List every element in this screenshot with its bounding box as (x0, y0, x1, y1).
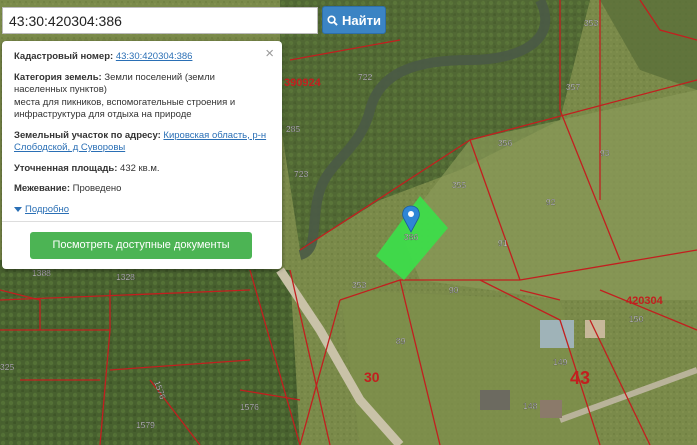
parcel-label: 91 (498, 238, 508, 248)
parcel-label: 325 (0, 362, 14, 372)
category-label: Категория земель: (14, 71, 102, 83)
details-link[interactable]: Подробно (25, 204, 69, 215)
district-label: 30 (364, 369, 380, 385)
area-label: Уточненная площадь: (14, 162, 118, 174)
category-value-2: населенных пунктов) (14, 84, 107, 95)
survey-label: Межевание: (14, 183, 70, 194)
survey-row: Межевание: Проведено (14, 183, 270, 196)
address-link-1[interactable]: Кировская область, р-н (163, 130, 266, 141)
category-value-4: инфраструктура для отдыха на природе (14, 109, 192, 120)
triangle-down-icon (14, 206, 22, 212)
cadastral-label: Кадастровый номер: (14, 51, 114, 62)
details-toggle[interactable]: Подробно (14, 204, 270, 215)
category-row: Категория земель: Земли поселений (земли… (14, 72, 270, 122)
survey-value: Проведено (72, 183, 122, 194)
category-value-3: места для пикников, вспомогательные стро… (14, 96, 236, 108)
area-row: Уточненная площадь: 432 кв.м. (14, 163, 270, 176)
area-value: 432 кв.м. (120, 162, 160, 174)
parcel-label: 92 (546, 197, 556, 207)
parcel-label: 150 (629, 314, 643, 324)
parcel-label: 1388 (32, 268, 51, 278)
search-button-label: Найти (342, 12, 381, 28)
cadastral-row: Кадастровый номер: 43:30:420304:386 (14, 51, 270, 64)
address-row: Земельный участок по адресу: Кировская о… (14, 130, 270, 155)
parcel-label: 357 (566, 82, 580, 92)
parcel-label: 1328 (116, 272, 135, 282)
parcel-label: 722 (358, 72, 372, 82)
search-input[interactable]: 43:30:420304:386 (2, 7, 318, 34)
parcel-label: 93 (600, 148, 610, 158)
quarter-label: 420304 (626, 295, 664, 307)
parcel-info-card: × Кадастровый номер: 43:30:420304:386 Ка… (2, 41, 282, 269)
quarter-label: 390924 (284, 77, 322, 89)
parcel-label: 1579 (136, 420, 155, 430)
parcel-label: 89 (396, 336, 406, 346)
divider (2, 220, 282, 222)
category-value-1: Земли поселений (земли (104, 71, 215, 83)
parcel-label: 90 (449, 285, 459, 295)
parcel-label: 353 (584, 18, 598, 28)
parcel-label: 356 (498, 138, 512, 148)
parcel-label: 148 (523, 401, 537, 411)
close-icon[interactable]: × (265, 45, 274, 62)
view-documents-button[interactable]: Посмотреть доступные документы (30, 231, 252, 259)
parcel-label: 355 (452, 180, 466, 190)
parcel-label: 285 (286, 124, 300, 134)
region-label: 43 (570, 368, 590, 388)
address-label: Земельный участок по адресу: (14, 129, 161, 141)
parcel-label: 353 (352, 280, 366, 290)
parcel-label: 1576 (240, 402, 259, 412)
search-button[interactable]: Найти (322, 6, 386, 34)
parcel-label: 723 (294, 169, 308, 179)
address-link-2[interactable]: Слободской, д Суворовы (14, 142, 125, 153)
search-icon (327, 14, 338, 26)
parcel-label: 386 (404, 232, 418, 242)
parcel-label: 149 (553, 357, 567, 367)
cadastral-link[interactable]: 43:30:420304:386 (116, 51, 193, 62)
